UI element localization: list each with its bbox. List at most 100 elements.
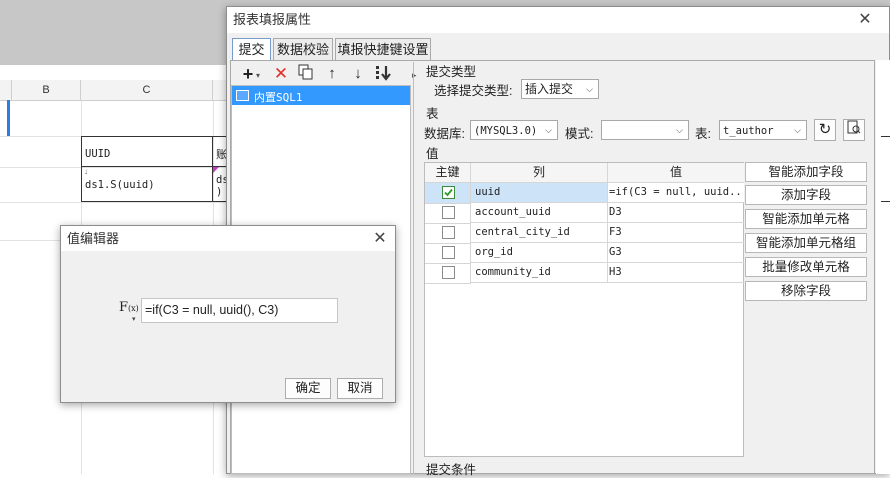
fx-subscript: (x) (128, 304, 139, 313)
grid-cell-value[interactable]: D3 (608, 203, 744, 223)
batch-modify-cell-button[interactable]: 批量修改单元格 (745, 257, 867, 277)
grid-cell-value-text: D3 (609, 206, 622, 218)
copy-icon[interactable] (296, 64, 316, 84)
smart-add-field-button[interactable]: 智能添加字段 (745, 162, 867, 182)
delete-icon[interactable]: ✕ (271, 64, 291, 84)
ok-label: 确定 (295, 381, 321, 395)
smart-add-field-label: 智能添加字段 (768, 165, 844, 179)
move-bottom-icon[interactable] (374, 64, 394, 84)
pk-checkbox[interactable] (442, 226, 455, 239)
tab-submit[interactable]: 提交 (232, 38, 271, 61)
column-header-c[interactable]: C (81, 80, 213, 101)
fx-letter: F (119, 300, 129, 315)
chevron-down-icon: ⌵ (545, 125, 552, 135)
dialog-title: 报表填报属性 (233, 12, 312, 27)
cell-c2[interactable]: UUID (81, 136, 213, 167)
grid-header-pk-label: 主键 (435, 165, 460, 179)
move-down-icon[interactable]: ↓ (348, 64, 368, 84)
grid-cell-value-text: F3 (609, 226, 622, 238)
add-icon[interactable]: + (238, 64, 258, 84)
grid-cell-column[interactable]: org_id (471, 243, 608, 263)
grid-cell-column-text: account_uuid (475, 206, 551, 218)
pk-checkbox[interactable] (442, 186, 455, 199)
grid-line (470, 163, 471, 283)
splitter[interactable] (413, 62, 414, 474)
sql-icon (236, 90, 249, 101)
selection-marker (7, 100, 10, 136)
cell-c3-text: ds1.S(uuid) (85, 179, 155, 191)
row-header-corner (0, 80, 12, 101)
chevron-down-icon: ⌵ (586, 84, 593, 94)
column-c-label: C (142, 84, 151, 96)
grid-cell-column-text: community_id (475, 266, 551, 278)
submit-type-label: 选择提交类型: (434, 84, 513, 98)
grid-line (425, 203, 471, 204)
list-item-label: 内置SQL1 (254, 91, 303, 104)
cancel-button[interactable]: 取消 (337, 378, 383, 399)
tab-submit-label: 提交 (238, 42, 265, 57)
list-item[interactable]: 内置SQL1 (232, 86, 410, 105)
grid-cell-value-text: H3 (609, 266, 622, 278)
grid-cell-column[interactable]: account_uuid (471, 203, 608, 223)
submit-type-value: 插入提交 (525, 82, 574, 96)
column-header-b[interactable]: B (12, 80, 81, 101)
remove-field-button[interactable]: 移除字段 (745, 281, 867, 301)
table-value: t_author (723, 125, 774, 137)
grid-line (425, 243, 471, 244)
grid-cell-value[interactable]: G3 (608, 243, 744, 263)
move-up-icon[interactable]: ↑ (322, 64, 342, 84)
dialog-titlebar: 报表填报属性 (227, 7, 889, 33)
tab-shortcut-settings-label: 填报快捷键设置 (337, 42, 429, 57)
table-select[interactable]: t_author ⌵ (719, 120, 807, 140)
grid-header-column: 列 (471, 163, 608, 183)
tab-data-validation[interactable]: 数据校验 (273, 38, 333, 60)
ok-button[interactable]: 确定 (285, 378, 331, 399)
preview-table-icon[interactable] (843, 119, 865, 141)
background-sheet-edge (876, 60, 890, 474)
grid-header-column-label: 列 (532, 165, 545, 179)
pk-checkbox[interactable] (442, 206, 455, 219)
submit-type-select[interactable]: 插入提交 ⌵ (521, 79, 599, 99)
close-icon[interactable]: ✕ (372, 231, 388, 247)
grid-cell-value[interactable]: H3 (608, 263, 744, 283)
schema-label: 模式: (565, 127, 594, 141)
grid-cell-column[interactable]: uuid (471, 183, 608, 203)
grid-cell-column-text: org_id (475, 246, 513, 258)
grid-header-value: 值 (608, 163, 744, 183)
grid-cell-column-text: central_city_id (475, 226, 570, 238)
database-select[interactable]: (MYSQL3.0) ⌵ (470, 120, 558, 140)
close-icon[interactable]: ✕ (857, 12, 873, 28)
smart-add-cell-group-label: 智能添加单元格组 (755, 236, 856, 250)
pk-checkbox[interactable] (442, 246, 455, 259)
dropdown-arrow-icon[interactable]: ▾ (256, 71, 260, 80)
schema-select[interactable]: ⌵ (601, 120, 689, 140)
database-label: 数据库: (424, 127, 465, 141)
grid-cell-column[interactable]: community_id (471, 263, 608, 283)
formula-input[interactable]: =if(C3 = null, uuid(), C3) (141, 298, 338, 323)
tab-shortcut-settings[interactable]: 填报快捷键设置 (335, 38, 431, 60)
grid-line (425, 283, 471, 284)
comment-marker-icon (213, 167, 219, 173)
grid-cell-value[interactable]: =if(C3 = null, uuid... (608, 183, 744, 203)
value-section-title: 值 (426, 147, 439, 161)
background-cell-fragment (881, 136, 890, 202)
cancel-label: 取消 (347, 381, 373, 395)
smart-add-cell-group-button[interactable]: 智能添加单元格组 (745, 233, 867, 253)
value-editor-titlebar: 值编辑器 (61, 226, 395, 251)
grid-line (425, 223, 471, 224)
cell-c3[interactable]: ↓ ds1.S(uuid) (81, 166, 213, 202)
formula-fx-icon[interactable]: F(x) (119, 300, 139, 315)
grid-cell-column[interactable]: central_city_id (471, 223, 608, 243)
chevron-down-icon: ⌵ (794, 125, 801, 135)
value-editor-dialog: 值编辑器 ✕ F(x) ▾ =if(C3 = null, uuid(), C3)… (60, 225, 396, 403)
grid-cell-value-text: G3 (609, 246, 622, 258)
pk-checkbox[interactable] (442, 266, 455, 279)
submit-condition-section-title: 提交条件 (426, 463, 477, 477)
add-field-button[interactable]: 添加字段 (745, 185, 867, 205)
grid-cell-value[interactable]: F3 (608, 223, 744, 243)
expand-arrow-icon: ↓ (84, 167, 88, 176)
smart-add-cell-button[interactable]: 智能添加单元格 (745, 209, 867, 229)
fx-dropdown-icon[interactable]: ▾ (132, 315, 136, 323)
refresh-icon[interactable]: ↻ (814, 119, 836, 141)
cell-c2-text: UUID (85, 148, 111, 160)
